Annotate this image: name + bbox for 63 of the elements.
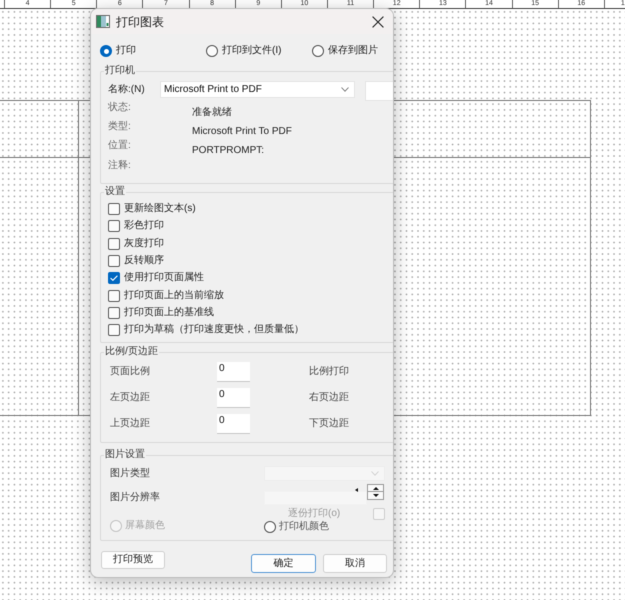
radio-button[interactable]	[312, 45, 324, 57]
input-field[interactable]: 0	[217, 414, 250, 434]
checkbox[interactable]	[108, 220, 120, 232]
checkbox-label[interactable]: 彩色打印	[124, 220, 164, 232]
triangle-down-icon	[372, 494, 378, 497]
field-label: 图片类型	[110, 468, 151, 480]
field-label: 页面比例	[110, 366, 151, 378]
dialog-button[interactable]: 取消	[323, 554, 387, 573]
input-field[interactable]	[365, 81, 393, 101]
chevron-down-icon	[371, 471, 379, 476]
input-field[interactable]: 0	[217, 362, 250, 382]
checkbox[interactable]	[108, 324, 120, 336]
radio-label[interactable]: 打印到文件(I)	[222, 45, 282, 57]
group-title: 打印机	[104, 65, 136, 77]
field-label: 类型:	[108, 120, 131, 133]
group-title: 设置	[104, 186, 126, 198]
field-label: 上页边距	[110, 418, 151, 430]
checkbox[interactable]	[108, 203, 120, 216]
checkbox-label[interactable]: 更新绘图文本(s)	[124, 203, 196, 216]
field-value: 准备就绪	[192, 106, 232, 119]
radio-button[interactable]	[206, 45, 218, 57]
printer-select[interactable]: Microsoft Print to PDF	[160, 81, 355, 98]
checkbox-label[interactable]: 反转顺序	[124, 254, 164, 267]
dialog-title: 打印图表	[116, 14, 164, 28]
group-title: 比例/页边距	[104, 346, 159, 358]
radio-button[interactable]	[100, 45, 112, 57]
radio-label[interactable]: 保存到图片	[328, 45, 378, 57]
field-label: 位置:	[108, 140, 131, 152]
field-label: 下页边距	[309, 418, 349, 430]
close-icon	[372, 16, 384, 28]
spin-up-button[interactable]	[367, 484, 384, 492]
radio-label[interactable]: 打印机颜色	[279, 521, 329, 533]
triangle-up-icon	[372, 486, 378, 490]
checkbox[interactable]	[108, 238, 120, 250]
checkbox-label[interactable]: 使用打印页面属性	[124, 272, 204, 284]
spin-down-button[interactable]	[367, 492, 384, 500]
input-field[interactable]: 0	[217, 388, 250, 408]
field-label: 比例打印	[309, 366, 349, 378]
field-label: 图片分辨率	[110, 491, 161, 505]
triangle-left-icon	[355, 488, 358, 492]
checkbox[interactable]	[108, 254, 120, 267]
field-label: 状态:	[108, 102, 131, 114]
field-label: 名称:(N)	[108, 83, 146, 97]
checkmark-icon	[110, 275, 118, 282]
dialog-button[interactable]: 确定	[251, 554, 316, 573]
dialog-button[interactable]: 打印预览	[101, 551, 165, 569]
checkbox[interactable]	[108, 272, 120, 284]
checkbox-label[interactable]: 打印页面上的当前缩放	[124, 290, 224, 302]
field-value: PORTPROMPT:	[192, 145, 264, 158]
group-title: 图片设置	[104, 449, 146, 461]
radio-button[interactable]	[264, 521, 276, 533]
field-label: 左页边距	[110, 392, 151, 404]
field-label: 注释:	[108, 160, 131, 172]
checkbox-label[interactable]: 打印为草稿（打印速度更快，但质量低）	[124, 324, 304, 336]
checkbox-label[interactable]: 灰度打印	[124, 238, 164, 250]
checkbox[interactable]	[108, 306, 120, 319]
checkbox-label[interactable]: 打印页面上的基准线	[124, 306, 214, 319]
field-value: Microsoft Print To PDF	[192, 126, 292, 138]
radio-label[interactable]: 打印	[116, 45, 136, 57]
window-icon	[96, 15, 110, 28]
field-label: 右页边距	[309, 392, 349, 404]
chevron-down-icon	[341, 87, 349, 92]
checkbox[interactable]	[108, 290, 120, 302]
